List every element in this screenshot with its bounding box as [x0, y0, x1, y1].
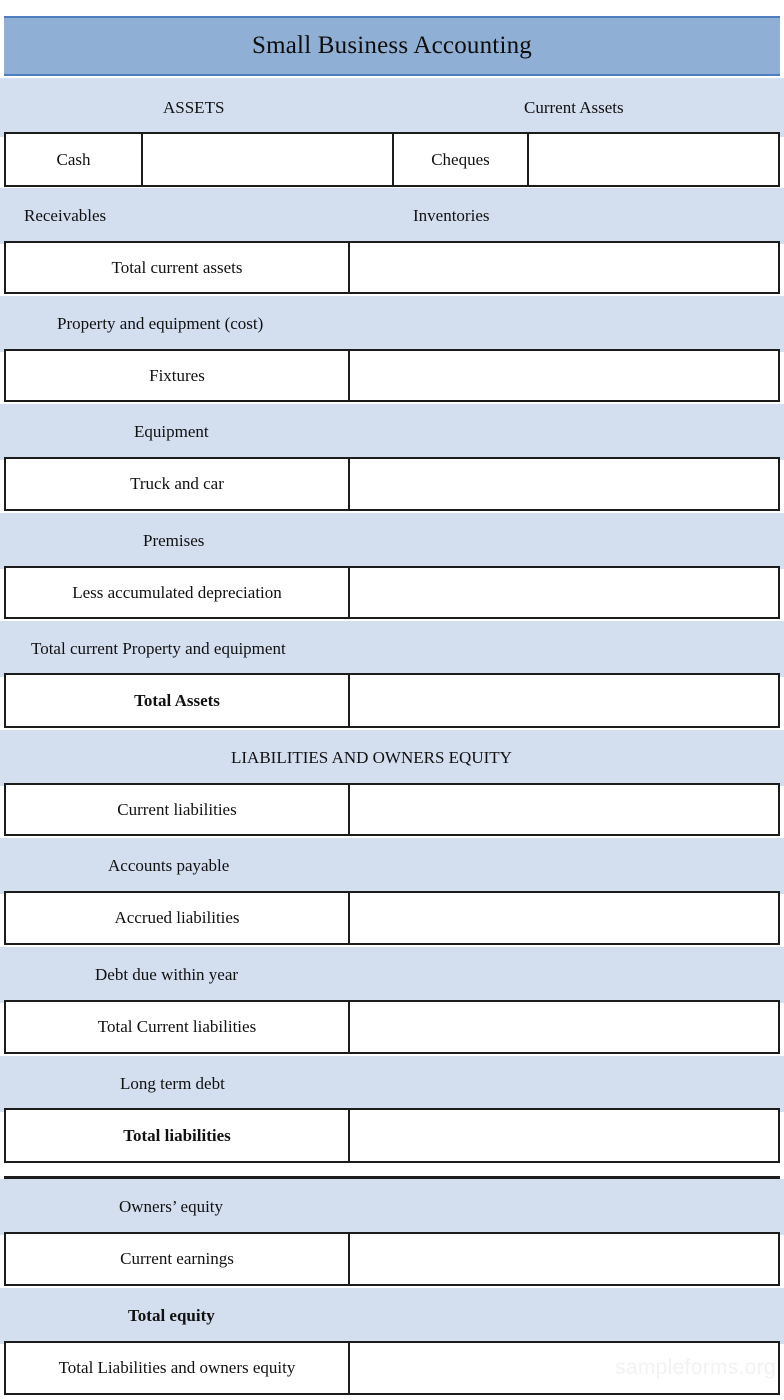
label-fixtures: Fixtures [149, 365, 205, 385]
label-total-liabilities: Total liabilities [123, 1125, 231, 1145]
input-cash-value[interactable] [143, 134, 394, 185]
label-total-current-liabilities: Total Current liabilities [97, 1017, 257, 1036]
cell-label-less-accumulated-depreciation: Less accumulated depreciation [6, 568, 350, 617]
label-long-term-debt: Long term debt [120, 1074, 225, 1093]
label-property-equipment-cost: Property and equipment (cost) [57, 314, 264, 333]
input-total-liabilities[interactable] [350, 1110, 778, 1161]
input-cheques-value[interactable] [529, 134, 778, 185]
label-current-liabilities: Current liabilities [117, 799, 237, 819]
label-current-earnings: Current earnings [120, 1249, 234, 1268]
cell-label-current-earnings: Current earnings [6, 1234, 350, 1284]
input-current-earnings[interactable] [350, 1234, 778, 1284]
input-truck-and-car[interactable] [350, 459, 778, 509]
label-less-accumulated-depreciation: Less accumulated depreciation [72, 582, 282, 602]
band-accounts-payable: Accounts payable [0, 838, 784, 894]
band-total-equity: Total equity [0, 1288, 784, 1344]
label-current-assets: Current Assets [524, 97, 624, 117]
cell-label-total-liabilities: Total liabilities [6, 1110, 350, 1161]
entry-row-total-liabilities: Total liabilities [4, 1108, 780, 1163]
cell-label-current-liabilities: Current liabilities [6, 785, 350, 834]
band-receivables-inventories: Receivables Inventories [0, 188, 784, 244]
band-assets-heading: ASSETS Current Assets [0, 78, 784, 137]
cell-label-accrued-liabilities: Accrued liabilities [6, 893, 350, 943]
input-less-accumulated-depreciation[interactable] [350, 568, 778, 617]
cell-label-cheques: Cheques [394, 134, 529, 185]
label-total-property-equipment: Total current Property and equipment [31, 639, 286, 658]
label-inventories: Inventories [413, 206, 490, 225]
input-total-assets[interactable] [350, 675, 778, 726]
band-premises: Premises [0, 513, 784, 569]
band-debt-due-within-year: Debt due within year [0, 947, 784, 1003]
band-owners-equity: Owners’ equity [0, 1179, 784, 1235]
entry-row-less-accumulated-depreciation: Less accumulated depreciation [4, 566, 780, 619]
input-total-current-liabilities[interactable] [350, 1002, 778, 1052]
entry-row-total-assets: Total Assets [4, 673, 780, 728]
cell-label-total-assets: Total Assets [6, 675, 350, 726]
label-debt-due-within-year: Debt due within year [95, 965, 239, 984]
band-liabilities-heading: LIABILITIES AND OWNERS EQUITY [0, 730, 784, 786]
cell-label-truck-and-car: Truck and car [6, 459, 350, 509]
entry-row-total-current-liabilities: Total Current liabilities [4, 1000, 780, 1054]
entry-row-cash-cheques: Cash Cheques [4, 132, 780, 187]
band-equipment: Equipment [0, 404, 784, 460]
entry-row-current-liabilities: Current liabilities [4, 783, 780, 836]
cell-label-fixtures: Fixtures [6, 351, 350, 400]
cell-label-cash: Cash [6, 134, 143, 185]
label-truck-and-car: Truck and car [130, 474, 224, 493]
input-total-current-assets[interactable] [350, 243, 778, 292]
input-fixtures[interactable] [350, 351, 778, 400]
entry-row-current-earnings: Current earnings [4, 1232, 780, 1286]
page-title: Small Business Accounting [252, 32, 532, 59]
input-accrued-liabilities[interactable] [350, 893, 778, 943]
label-accrued-liabilities: Accrued liabilities [114, 908, 240, 927]
input-total-liabilities-owners-equity[interactable] [350, 1343, 778, 1393]
form-title-bar: Small Business Accounting [4, 16, 780, 76]
entry-row-truck-and-car: Truck and car [4, 457, 780, 511]
label-total-current-assets: Total current assets [111, 257, 243, 277]
label-total-assets: Total Assets [134, 690, 220, 710]
label-equipment: Equipment [134, 422, 209, 441]
label-cheques: Cheques [431, 149, 490, 169]
label-premises: Premises [143, 531, 205, 550]
band-long-term-debt: Long term debt [0, 1056, 784, 1112]
band-total-property-equipment: Total current Property and equipment [0, 621, 784, 677]
input-current-liabilities[interactable] [350, 785, 778, 834]
entry-row-fixtures: Fixtures [4, 349, 780, 402]
label-total-equity: Total equity [128, 1306, 215, 1325]
label-liabilities-owners-equity: LIABILITIES AND OWNERS EQUITY [231, 748, 512, 767]
label-cash: Cash [56, 149, 91, 169]
cell-label-total-current-liabilities: Total Current liabilities [6, 1002, 350, 1052]
entry-row-total-current-assets: Total current assets [4, 241, 780, 294]
label-receivables: Receivables [24, 206, 107, 225]
label-owners-equity: Owners’ equity [119, 1197, 224, 1216]
cell-label-total-liabilities-owners-equity: Total Liabilities and owners equity [6, 1343, 350, 1393]
cell-label-total-current-assets: Total current assets [6, 243, 350, 292]
label-total-liabilities-owners-equity: Total Liabilities and owners equity [58, 1358, 296, 1377]
accounting-form: Small Business Accounting ASSETS Current… [0, 0, 784, 1400]
band-property-equipment-cost: Property and equipment (cost) [0, 296, 784, 352]
entry-row-total-liabilities-owners-equity: Total Liabilities and owners equity [4, 1341, 780, 1395]
entry-row-accrued-liabilities: Accrued liabilities [4, 891, 780, 945]
label-accounts-payable: Accounts payable [108, 856, 230, 875]
label-assets: ASSETS [163, 97, 225, 117]
